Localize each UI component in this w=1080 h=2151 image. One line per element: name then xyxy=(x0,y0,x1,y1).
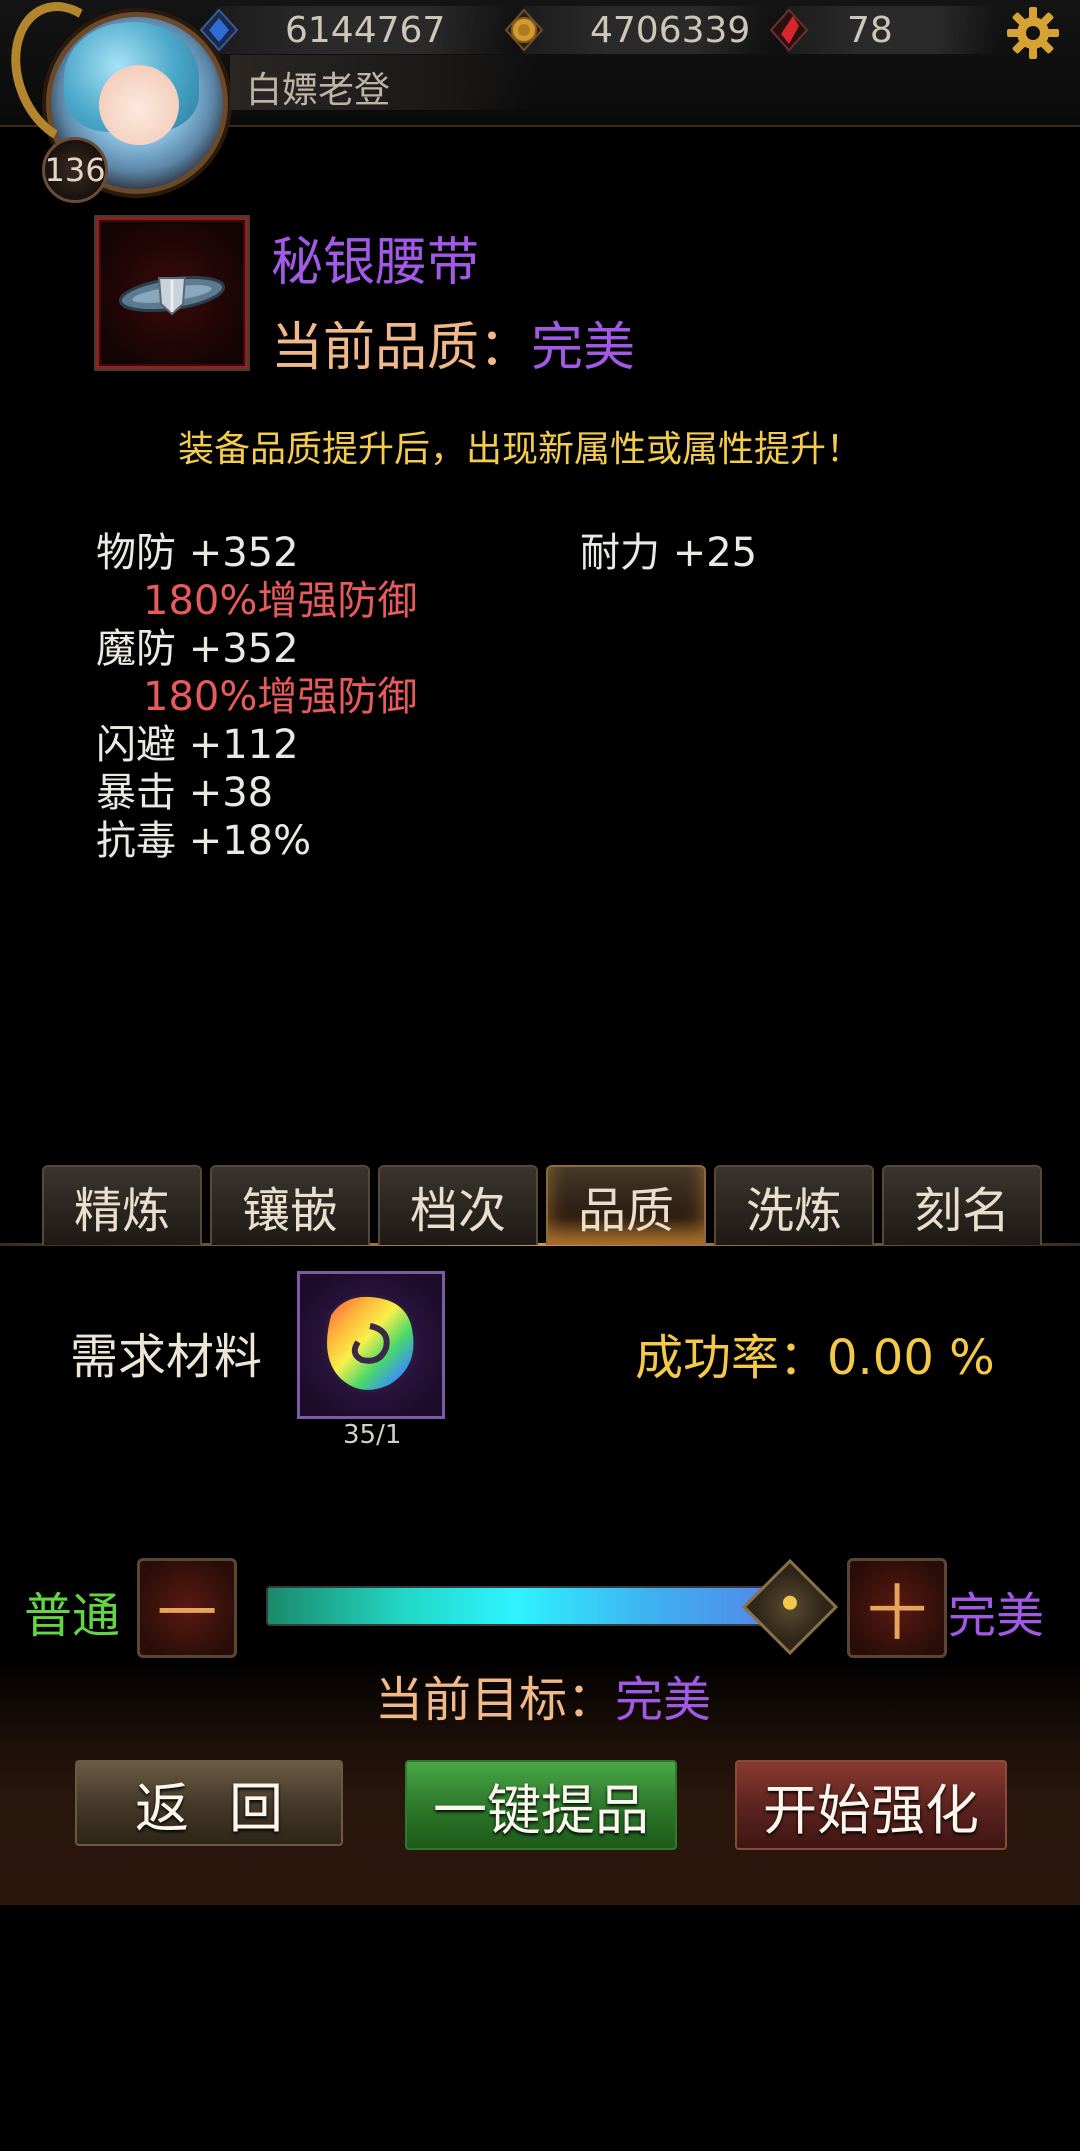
quality-notice: 装备品质提升后，出现新属性或属性提升！ xyxy=(178,429,863,470)
gold-value: 4706339 xyxy=(590,10,751,51)
crystal-value: 78 xyxy=(847,10,893,51)
handle-dot xyxy=(780,1592,800,1613)
item-name: 秘银腰带 xyxy=(271,233,480,293)
level-badge: 136 xyxy=(42,137,108,203)
increase-button[interactable]: 十 xyxy=(847,1558,947,1658)
belt-icon xyxy=(118,275,226,316)
resource-gems[interactable]: 6144767 xyxy=(199,6,515,54)
tab-quality[interactable]: 品质 xyxy=(546,1165,706,1245)
material-count: 35/1 xyxy=(343,1420,402,1450)
one-key-upgrade-button[interactable]: 一键提品 xyxy=(405,1760,677,1850)
max-grade-label: 完美 xyxy=(948,1588,1045,1644)
resource-crystal[interactable]: 78 xyxy=(769,6,1000,54)
tab-reroll[interactable]: 洗炼 xyxy=(714,1165,874,1245)
quality-label: 当前品质： xyxy=(271,318,532,378)
tab-grade[interactable]: 档次 xyxy=(378,1165,538,1245)
attr-stamina: 耐力 +25 xyxy=(580,530,758,576)
attr-poison-res: 抗毒 +18% xyxy=(96,818,312,864)
item-slot[interactable] xyxy=(96,217,248,369)
material-label: 需求材料 xyxy=(70,1329,263,1385)
level-value: 136 xyxy=(44,151,106,189)
gold-coin-icon xyxy=(504,8,544,52)
back-button[interactable]: 返回 xyxy=(75,1760,343,1846)
quality-slider-handle[interactable] xyxy=(741,1558,839,1656)
current-target: 当前目标：完美 xyxy=(375,1660,711,1730)
red-crystal-icon xyxy=(769,8,809,52)
gems-value: 6144767 xyxy=(285,10,446,51)
rainbow-stone-icon xyxy=(324,1293,417,1393)
start-enhance-button[interactable]: 开始强化 xyxy=(735,1760,1007,1850)
gear-icon[interactable] xyxy=(1005,5,1061,61)
tab-engrave[interactable]: 刻名 xyxy=(882,1165,1042,1245)
success-rate: 成功率：0.00 % xyxy=(635,1330,995,1386)
current-quality: 当前品质：完美 xyxy=(271,305,635,380)
quality-value: 完美 xyxy=(531,318,636,378)
player-avatar[interactable]: 136 xyxy=(0,0,229,205)
name-plate: 白嫖老登 xyxy=(230,55,540,111)
quality-slider-fill xyxy=(268,1588,818,1624)
material-slot[interactable] xyxy=(297,1271,445,1419)
decrease-button[interactable]: 一 xyxy=(137,1558,237,1658)
tab-refine[interactable]: 精炼 xyxy=(42,1165,202,1245)
tab-inlay[interactable]: 镶嵌 xyxy=(210,1165,370,1245)
resource-gold[interactable]: 4706339 xyxy=(504,6,770,54)
quality-slider-track[interactable] xyxy=(266,1586,820,1626)
target-value: 完美 xyxy=(615,1672,712,1728)
target-label: 当前目标： xyxy=(375,1672,616,1728)
min-grade-label: 普通 xyxy=(24,1588,121,1644)
player-name: 白嫖老登 xyxy=(246,70,391,111)
